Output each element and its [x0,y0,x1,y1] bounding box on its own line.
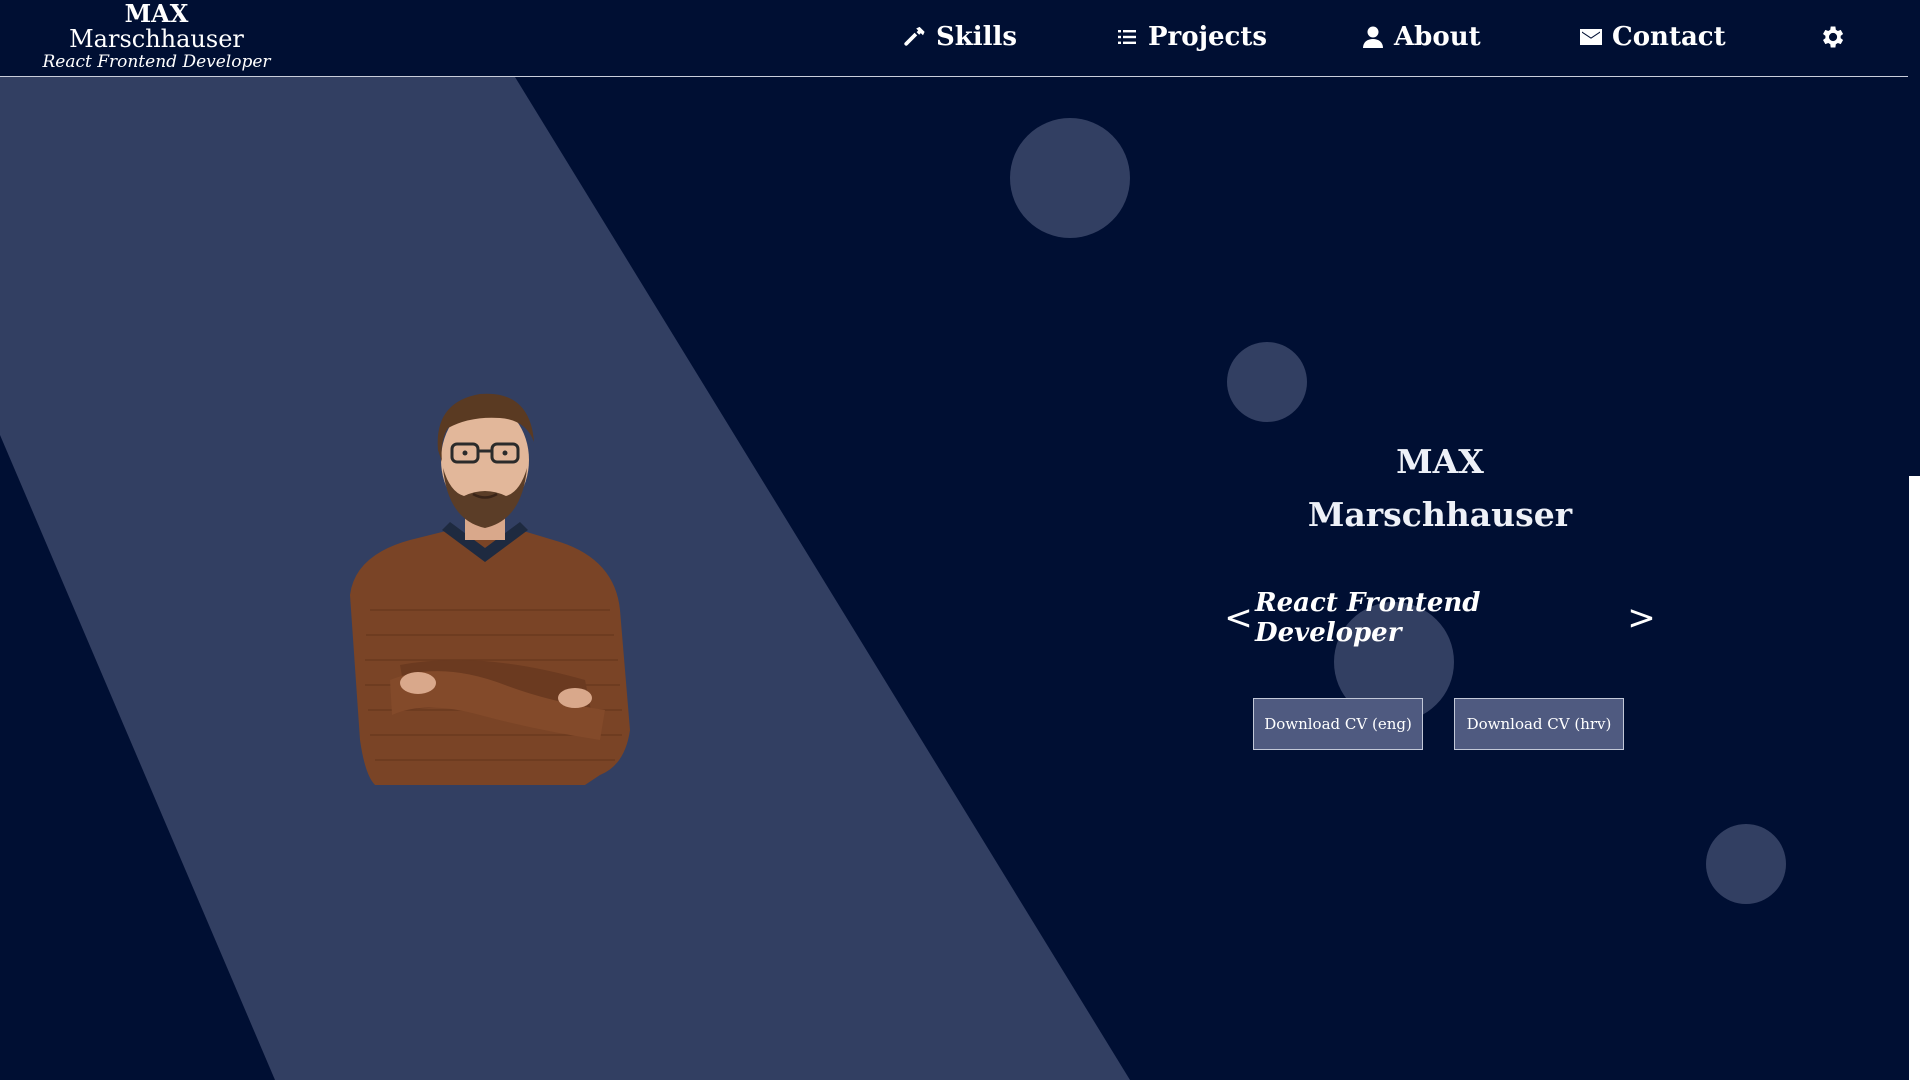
nav-about-label: About [1394,22,1481,52]
brand-role: React Frontend Developer [42,52,271,72]
nav-about[interactable]: About [1360,20,1481,54]
hero-name: MAX Marschhauser [1240,435,1640,541]
nav-contact-label: Contact [1612,22,1726,52]
download-cv-eng-button[interactable]: Download CV (eng) [1253,698,1423,750]
profile-photo [350,393,630,785]
decorative-circle [1010,118,1130,238]
scrollbar-thumb[interactable] [1909,476,1920,1080]
nav-projects-label: Projects [1148,22,1268,52]
brand-first-name: MAX [124,0,189,28]
brand-logo[interactable]: MAX Marschhauser React Frontend Develope… [34,2,279,71]
diagonal-panel [0,77,1130,1080]
person-icon [1360,24,1386,50]
next-role-button[interactable]: > [1625,598,1658,638]
envelope-icon [1578,24,1604,50]
hero-last-name: Marschhauser [1307,495,1573,534]
list-icon [1114,24,1140,50]
decorative-circle [1706,824,1786,904]
role-carousel: < React Frontend Developer > [1222,588,1658,648]
decorative-circle [1227,342,1307,422]
nav-projects[interactable]: Projects [1114,20,1267,54]
download-cv-hrv-button[interactable]: Download CV (hrv) [1454,698,1624,750]
brand-last-name: Marschhauser [69,25,244,53]
hammer-icon [902,24,928,50]
prev-role-button[interactable]: < [1222,598,1255,638]
hero-first-name: MAX [1396,442,1484,481]
hero-role: React Frontend Developer [1255,588,1481,648]
nav-skills[interactable]: Skills [902,20,1017,54]
nav-contact[interactable]: Contact [1578,20,1726,54]
gear-icon [1823,26,1844,48]
top-navbar: MAX Marschhauser React Frontend Develope… [0,0,1908,77]
nav-skills-label: Skills [936,22,1018,52]
settings-button[interactable] [1818,23,1846,51]
